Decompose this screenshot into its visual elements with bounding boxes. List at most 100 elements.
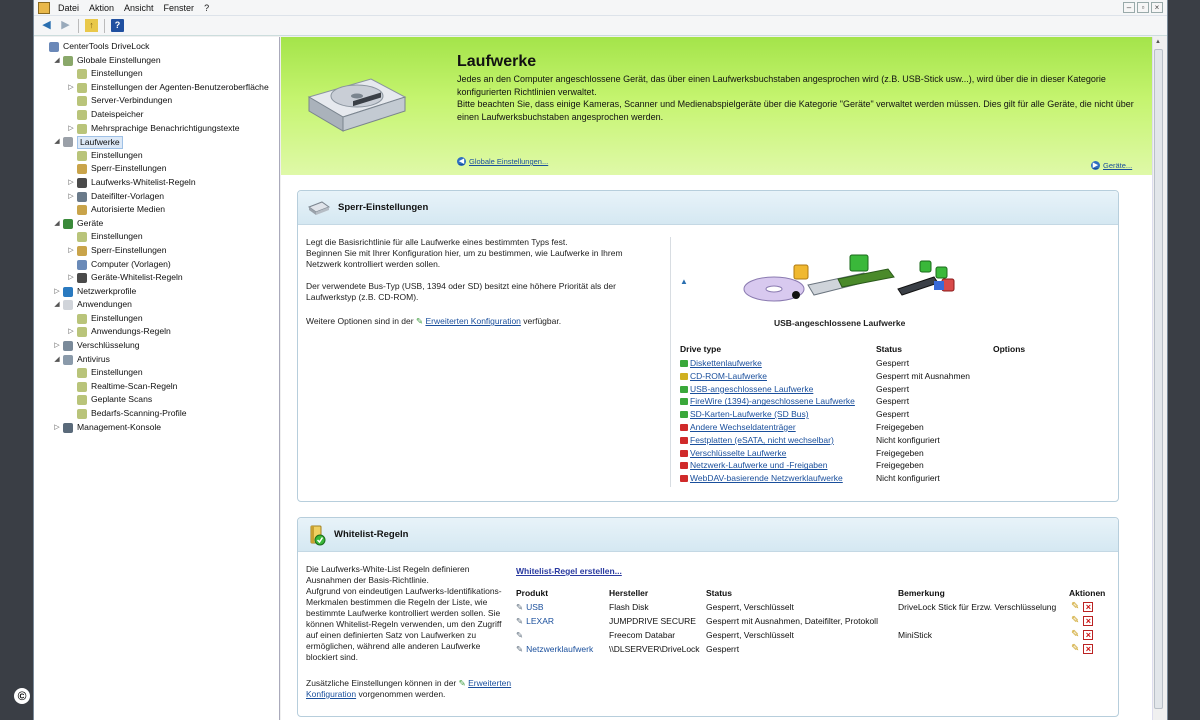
restore-icon[interactable]: ▫	[1137, 2, 1149, 13]
expanded-arrow-icon[interactable]: ◢	[53, 54, 61, 68]
product-name[interactable]: USB	[526, 602, 543, 612]
product-name[interactable]: Netzwerklaufwerk	[526, 644, 593, 654]
edit-pencil-icon[interactable]: ✎	[1071, 602, 1079, 612]
tree-node[interactable]: ▷ Management-Konsole	[34, 421, 279, 435]
collapsed-arrow-icon[interactable]: ▷	[67, 271, 75, 285]
tree-node[interactable]: ▷ Einstellungen der Agenten-Benutzeroberf…	[34, 81, 279, 95]
tree-node-label: Anwendungs-Regeln	[91, 326, 171, 337]
status-indicator-icon	[680, 475, 688, 483]
tree-node[interactable]: ▷ Mehrsprachige Benachrichtigungstexte	[34, 122, 279, 136]
tree-node[interactable]: Sperr-Einstellungen	[34, 162, 279, 176]
expanded-arrow-icon[interactable]: ◢	[53, 217, 61, 231]
delete-x-icon[interactable]: ×	[1083, 616, 1094, 626]
collapsed-arrow-icon[interactable]: ▷	[67, 325, 75, 339]
tree-node[interactable]: Geplante Scans	[34, 393, 279, 407]
menu-fenster[interactable]: Fenster	[164, 3, 195, 13]
delete-x-icon[interactable]: ×	[1083, 602, 1094, 612]
collapsed-arrow-icon[interactable]: ▷	[67, 244, 75, 258]
tree-node[interactable]: Einstellungen	[34, 312, 279, 326]
edit-pencil-icon[interactable]: ✎	[1071, 644, 1079, 654]
minimize-icon[interactable]: –	[1123, 2, 1135, 13]
vertical-scrollbar[interactable]: ▲	[1152, 37, 1163, 720]
collapsed-arrow-icon[interactable]: ▷	[67, 122, 75, 136]
delete-x-icon[interactable]: ×	[1083, 644, 1094, 654]
whitelist-regeln-panel: Whitelist-Regeln Die Laufwerks-White-Lis…	[297, 517, 1119, 717]
expanded-arrow-icon[interactable]: ◢	[53, 135, 61, 149]
edit-pencil-icon[interactable]: ✎	[1071, 630, 1079, 640]
tree-node[interactable]: ▷ Geräte-Whitelist-Regeln	[34, 271, 279, 285]
tree-node-icon	[63, 422, 73, 433]
tree-node[interactable]: Einstellungen	[34, 366, 279, 380]
tree-node[interactable]: Autorisierte Medien	[34, 203, 279, 217]
tree-node[interactable]: Dateispeicher	[34, 108, 279, 122]
collapsed-arrow-icon[interactable]: ▷	[67, 190, 75, 204]
delete-x-icon[interactable]: ×	[1083, 630, 1094, 640]
create-whitelist-rule-link[interactable]: Whitelist-Regel erstellen...	[516, 566, 622, 577]
drive-type-link[interactable]: FireWire (1394)-angeschlossene Laufwerke	[690, 396, 855, 406]
drive-type-link[interactable]: USB-angeschlossene Laufwerke	[690, 384, 813, 394]
drive-type-link[interactable]: Netzwerk-Laufwerke und -Freigaben	[690, 460, 827, 470]
collapsed-arrow-icon[interactable]: ▷	[53, 285, 61, 299]
drive-type-link[interactable]: CD-ROM-Laufwerke	[690, 371, 767, 381]
tree-node-icon	[63, 55, 73, 66]
drive-small-icon	[308, 200, 330, 215]
tree-node[interactable]: ▷ Verschlüsselung	[34, 339, 279, 353]
tree-node[interactable]: ◢ Laufwerke	[34, 135, 279, 150]
collapsed-arrow-icon[interactable]: ▷	[53, 339, 61, 353]
tree-node[interactable]: Realtime-Scan-Regeln	[34, 380, 279, 394]
close-icon[interactable]: ×	[1151, 2, 1163, 13]
tree-node[interactable]: Server-Verbindungen	[34, 94, 279, 108]
drive-type-link[interactable]: Andere Wechseldatenträger	[690, 422, 796, 432]
next-link-devices[interactable]: ▶ Geräte...	[1091, 161, 1132, 170]
scroll-up-icon[interactable]: ▲	[1153, 37, 1163, 48]
drive-type-link[interactable]: Diskettenlaufwerke	[690, 358, 762, 368]
scroll-thumb[interactable]	[1154, 49, 1163, 709]
tree-node[interactable]: ▷ Dateifilter-Vorlagen	[34, 190, 279, 204]
vendor-cell: Freecom Databar	[609, 630, 676, 640]
tree-node[interactable]: Einstellungen	[34, 230, 279, 244]
drive-type-link[interactable]: Festplatten (eSATA, nicht wechselbar)	[690, 435, 834, 445]
edit-pencil-icon[interactable]: ✎	[1071, 616, 1079, 626]
back-link-global-settings[interactable]: ◀ Globale Einstellungen...	[457, 157, 548, 166]
menu-ansicht[interactable]: Ansicht	[124, 3, 154, 13]
menu-help[interactable]: ?	[204, 3, 209, 13]
drive-type-link[interactable]: WebDAV-basierende Netzwerklaufwerke	[690, 473, 843, 483]
menu-aktion[interactable]: Aktion	[89, 3, 114, 13]
menu-datei[interactable]: Datei	[58, 3, 79, 13]
tree-node[interactable]: Einstellungen	[34, 67, 279, 81]
tree-node-label: Geräte	[77, 217, 104, 228]
extended-config-link[interactable]: Erweiterten Konfiguration	[425, 316, 520, 326]
details-pane: Laufwerke Jedes an den Computer angeschl…	[281, 37, 1163, 720]
expanded-arrow-icon[interactable]: ◢	[53, 298, 61, 312]
expanded-arrow-icon[interactable]: ◢	[53, 353, 61, 367]
product-cell: ✎	[516, 630, 526, 641]
back-arrow-icon[interactable]: ◀	[40, 19, 53, 32]
tree-node[interactable]: CenterTools DriveLock	[34, 40, 279, 54]
panel-header: Whitelist-Regeln	[298, 518, 1118, 552]
tree-node[interactable]: ◢ Globale Einstellungen	[34, 54, 279, 68]
tree-node[interactable]: ▷ Sperr-Einstellungen	[34, 244, 279, 258]
tree-node[interactable]: ◢ Geräte	[34, 217, 279, 231]
collapsed-arrow-icon[interactable]: ▷	[67, 81, 75, 95]
forward-arrow-icon[interactable]: ▶	[59, 19, 72, 32]
tree-node-label: Anwendungen	[77, 299, 132, 310]
tree-node[interactable]: Bedarfs-Scanning-Profile	[34, 407, 279, 421]
tree-node[interactable]: ▷ Anwendungs-Regeln	[34, 325, 279, 339]
tree-node[interactable]: ▷ Laufwerks-Whitelist-Regeln	[34, 176, 279, 190]
drive-type-link[interactable]: SD-Karten-Laufwerke (SD Bus)	[690, 409, 809, 419]
tree-node[interactable]: Computer (Vorlagen)	[34, 258, 279, 272]
collapse-up-icon[interactable]: ▲	[680, 277, 688, 286]
help-icon[interactable]: ?	[111, 19, 124, 32]
up-folder-icon[interactable]: ↑	[85, 19, 98, 32]
collapsed-arrow-icon[interactable]: ▷	[67, 176, 75, 190]
tree-node[interactable]: ◢ Anwendungen	[34, 298, 279, 312]
drive-type-link[interactable]: Verschlüsselte Laufwerke	[690, 448, 786, 458]
tree-node[interactable]: ▷ Netzwerkprofile	[34, 285, 279, 299]
sperr-text-2: Beginnen Sie mit Ihrer Konfiguration hie…	[306, 248, 623, 269]
tree-node[interactable]: Einstellungen	[34, 149, 279, 163]
remark-cell: MiniStick	[898, 630, 933, 640]
product-name[interactable]: LEXAR	[526, 616, 554, 626]
tree-node[interactable]: ◢ Antivirus	[34, 353, 279, 367]
tree-node-label: Globale Einstellungen	[77, 54, 161, 65]
collapsed-arrow-icon[interactable]: ▷	[53, 421, 61, 435]
